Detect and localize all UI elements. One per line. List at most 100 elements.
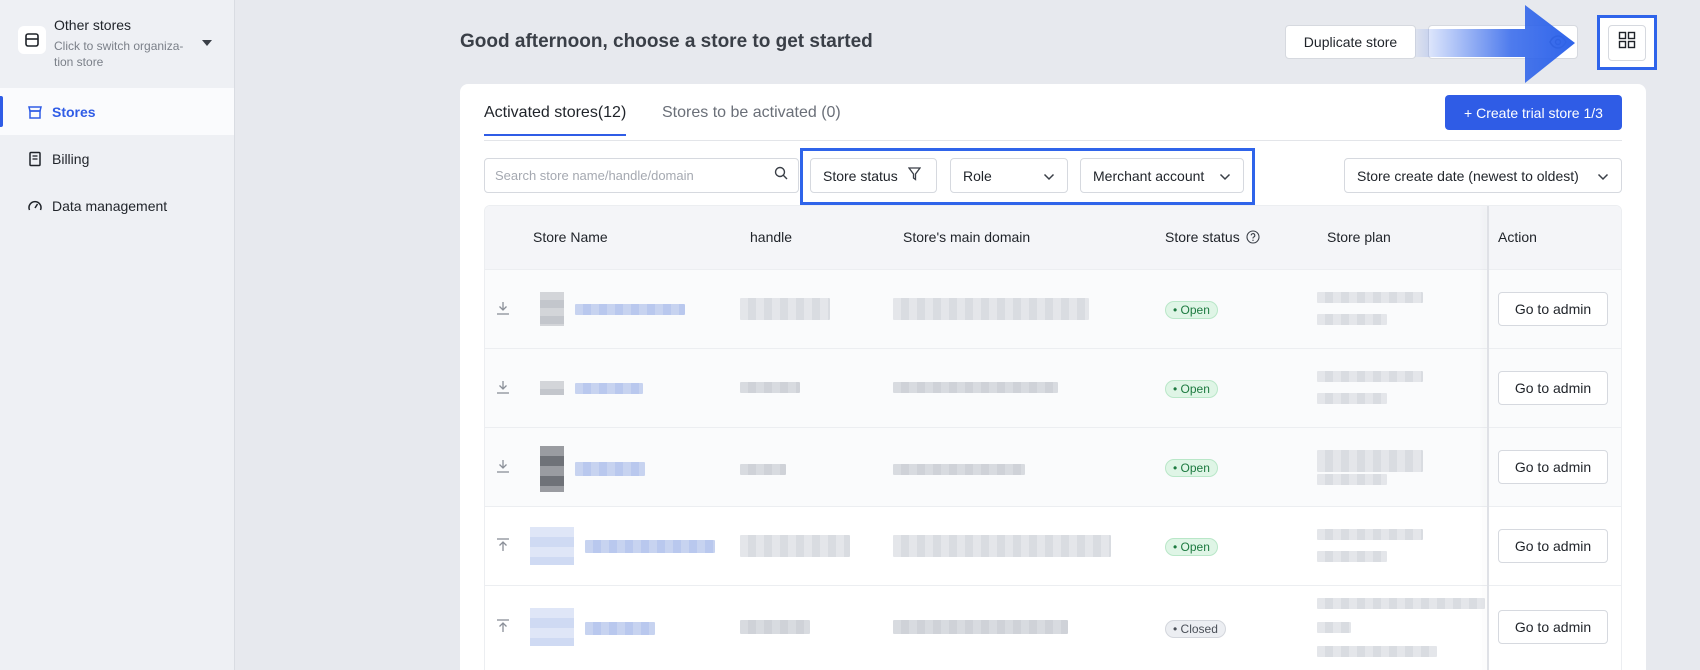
plan-cell-sub (1317, 474, 1387, 485)
chevron-down-icon (202, 40, 212, 46)
stores-card: Activated stores(12) Stores to be activa… (460, 84, 1646, 670)
col-status-label: Store status (1165, 229, 1240, 245)
download-icon[interactable] (495, 379, 511, 395)
go-to-admin-button[interactable]: Go to admin (1498, 450, 1608, 484)
sidebar-item-label: Data management (52, 197, 168, 214)
download-icon[interactable] (495, 300, 511, 316)
eye-icon (1549, 34, 1567, 53)
handle-cell (740, 464, 786, 475)
filter-icon (907, 167, 922, 184)
plan-cell-sub (1317, 622, 1351, 633)
create-trial-store-button[interactable]: + Create trial store 1/3 (1445, 95, 1622, 130)
preview-button[interactable] (1428, 25, 1578, 59)
handle-cell (740, 298, 830, 320)
plan-cell-sub (1317, 314, 1387, 325)
filter-label: Merchant account (1093, 167, 1205, 184)
plan-cell-sub (1317, 646, 1437, 657)
download-icon[interactable] (495, 458, 511, 474)
org-switcher[interactable]: Other stores Click to switch organiza-ti… (0, 0, 234, 88)
chevron-down-icon (1219, 168, 1231, 184)
chevron-down-icon (1597, 168, 1609, 184)
store-avatar (530, 527, 574, 565)
org-subtitle: Click to switch organiza-tion store (54, 39, 184, 69)
go-to-admin-button[interactable]: Go to admin (1498, 292, 1608, 326)
sidebar-item-label: Billing (52, 150, 90, 167)
grid-view-toggle[interactable] (1597, 15, 1657, 70)
store-name-link[interactable] (575, 304, 685, 315)
go-to-admin-button[interactable]: Go to admin (1498, 610, 1608, 644)
plan-cell (1317, 450, 1423, 472)
handle-cell (740, 620, 810, 634)
merchant-account-filter[interactable]: Merchant account (1080, 158, 1244, 193)
store-name-link[interactable] (585, 622, 655, 635)
status-badge: • Closed (1165, 620, 1226, 638)
col-handle: handle (750, 229, 793, 245)
search-icon (774, 166, 788, 185)
plan-cell (1317, 371, 1423, 382)
domain-cell (893, 464, 1025, 475)
sticky-column-divider (1487, 206, 1489, 670)
go-to-admin-button[interactable]: Go to admin (1498, 371, 1608, 405)
table-row: • Open Go to admin (485, 506, 1621, 585)
sidebar-item-label: Stores (52, 103, 96, 120)
help-icon[interactable] (1246, 230, 1260, 244)
table-row: • Open Go to admin (485, 348, 1621, 427)
domain-cell (893, 298, 1089, 320)
sidebar-item-billing[interactable]: Billing (0, 135, 234, 182)
plan-cell-sub (1317, 551, 1387, 562)
org-title: Other stores (54, 17, 132, 33)
sort-select[interactable]: Store create date (newest to oldest) (1344, 158, 1622, 193)
gauge-icon (26, 197, 44, 215)
store-icon (26, 103, 44, 121)
domain-cell (893, 382, 1058, 393)
filter-bar: Store status Role Merchant account Store… (484, 148, 1622, 205)
sidebar-item-data-management[interactable]: Data management (0, 182, 234, 229)
billing-icon (26, 150, 44, 168)
chevron-down-icon (1043, 168, 1055, 184)
store-name-link[interactable] (585, 540, 715, 553)
search-input[interactable] (495, 168, 774, 183)
sidebar-item-stores[interactable]: Stores (0, 88, 234, 135)
status-badge: • Open (1165, 538, 1218, 556)
store-avatar (540, 381, 564, 395)
store-avatar (540, 292, 564, 326)
table-header: Store Name handle Store's main domain St… (485, 206, 1621, 269)
handle-cell (740, 535, 850, 557)
upload-icon[interactable] (495, 537, 511, 553)
page-title: Good afternoon, choose a store to get st… (460, 31, 873, 52)
store-avatar (530, 608, 574, 646)
upload-icon[interactable] (495, 618, 511, 634)
store-avatar (540, 446, 564, 492)
col-domain: Store's main domain (903, 229, 1031, 245)
col-store-name: Store Name (533, 229, 608, 245)
stores-table: Store Name handle Store's main domain St… (484, 205, 1622, 670)
table-row: • Open Go to admin (485, 427, 1621, 506)
domain-cell (893, 535, 1111, 557)
col-status: Store status (1165, 229, 1260, 245)
go-to-admin-button[interactable]: Go to admin (1498, 529, 1608, 563)
plan-cell (1317, 529, 1423, 540)
plan-cell (1317, 292, 1423, 303)
store-name-link[interactable] (575, 462, 645, 476)
tab-activated-stores[interactable]: Activated stores(12) (484, 104, 627, 136)
plan-cell-sub (1317, 393, 1387, 404)
role-filter[interactable]: Role (950, 158, 1068, 193)
plan-cell (1317, 598, 1485, 609)
domain-cell (893, 620, 1068, 634)
search-box (484, 158, 799, 193)
filter-label: Store status (823, 167, 898, 184)
table-row: • Closed Go to admin (485, 585, 1621, 670)
sidebar: Other stores Click to switch organiza-ti… (0, 0, 235, 670)
tab-stores-to-be-activated[interactable]: Stores to be activated (0) (662, 104, 841, 134)
table-row: • Open Go to admin (485, 269, 1621, 348)
sort-label: Store create date (newest to oldest) (1357, 167, 1579, 184)
filter-label: Role (963, 167, 992, 184)
handle-cell (740, 382, 800, 393)
store-status-filter[interactable]: Store status (810, 158, 937, 193)
duplicate-store-button[interactable]: Duplicate store (1285, 25, 1416, 59)
store-name-link[interactable] (575, 383, 643, 394)
col-plan: Store plan (1327, 229, 1391, 245)
status-badge: • Open (1165, 380, 1218, 398)
grid-icon (1618, 31, 1636, 54)
col-action: Action (1498, 229, 1537, 245)
